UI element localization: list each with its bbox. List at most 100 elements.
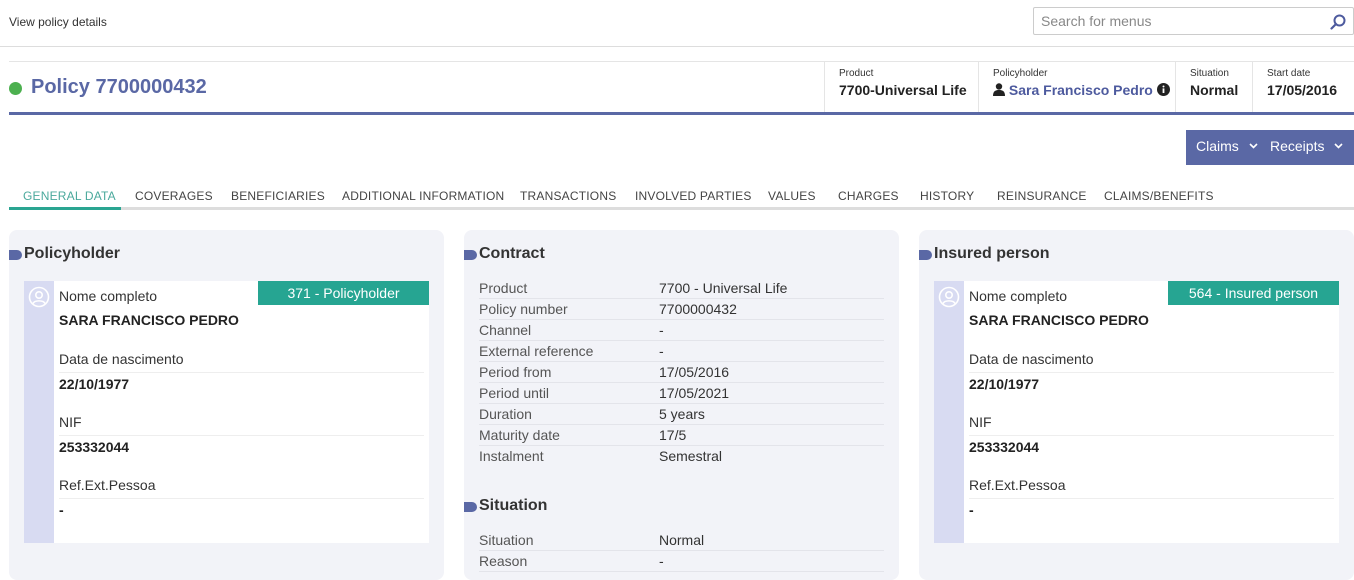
card-strip xyxy=(934,281,964,543)
tab-coverages[interactable]: COVERAGES xyxy=(135,189,213,203)
row-key: Product xyxy=(479,280,528,296)
field-value: SARA FRANCISCO PEDRO xyxy=(59,312,239,328)
row-key: Situation xyxy=(479,532,534,548)
row-key: Channel xyxy=(479,322,532,338)
search-input[interactable] xyxy=(1034,8,1314,34)
contract-row: Channel - xyxy=(479,320,884,341)
tab-charges[interactable]: CHARGES xyxy=(838,189,899,203)
header-situation: Situation Normal xyxy=(1175,62,1252,114)
contract-row: Period until 17/05/2021 xyxy=(479,383,884,404)
tab-general-data[interactable]: GENERAL DATA xyxy=(23,189,116,203)
breadcrumb[interactable]: View policy details xyxy=(9,15,107,29)
field-ref-ext: Ref.Ext.Pessoa - xyxy=(969,477,1334,520)
tab-transactions[interactable]: TRANSACTIONS xyxy=(520,189,616,203)
contract-row: Instalment Semestral xyxy=(479,446,884,467)
field-value: - xyxy=(59,498,424,520)
row-key: Policy number xyxy=(479,301,568,317)
contract-row: Duration 5 years xyxy=(479,404,884,425)
situation-row: Reason - xyxy=(479,551,884,572)
header-start-date: Start date 17/05/2016 xyxy=(1252,62,1354,114)
header-product: Product 7700-Universal Life xyxy=(824,62,978,114)
row-key: Period from xyxy=(479,364,552,380)
contract-row: Maturity date 17/5 xyxy=(479,425,884,446)
insured-card: 564 - Insured person Nome completo SARA … xyxy=(934,281,1339,543)
start-date-value: 17/05/2016 xyxy=(1267,82,1338,98)
product-label: Product xyxy=(839,68,874,79)
section-tag-icon xyxy=(464,250,477,260)
insured-person-panel: Insured person 564 - Insured person Nome… xyxy=(919,230,1354,580)
action-bar: Claims Receipts xyxy=(1186,130,1354,165)
status-dot xyxy=(9,82,22,95)
tab-values[interactable]: VALUES xyxy=(768,189,816,203)
policyholder-label: Policyholder xyxy=(993,68,1048,79)
row-value: 17/5 xyxy=(659,427,687,443)
tab-reinsurance[interactable]: REINSURANCE xyxy=(997,189,1087,203)
row-value: - xyxy=(659,553,664,569)
user-avatar-icon xyxy=(938,286,960,308)
policyholder-name[interactable]: Sara Francisco Pedro xyxy=(1009,82,1153,98)
row-value: 7700000432 xyxy=(659,301,737,317)
contract-row: External reference - xyxy=(479,341,884,362)
row-value: 17/05/2021 xyxy=(659,385,730,401)
field-nif: NIF 253332044 xyxy=(59,414,424,457)
policyholder-link[interactable]: Sara Francisco Pedro xyxy=(993,82,1175,98)
tab-involved-parties[interactable]: INVOLVED PARTIES xyxy=(635,189,752,203)
header-policyholder: Policyholder Sara Francisco Pedro xyxy=(978,62,1175,114)
field-label: Ref.Ext.Pessoa xyxy=(59,477,156,493)
situation-value: Normal xyxy=(1190,82,1239,98)
situation-row: Situation Normal xyxy=(479,530,884,551)
receipts-label: Receipts xyxy=(1270,138,1325,154)
field-value: - xyxy=(969,498,1334,520)
row-value: 5 years xyxy=(659,406,705,422)
field-value: 253332044 xyxy=(969,435,1334,457)
person-icon xyxy=(993,83,1005,96)
situation-section-title: Situation xyxy=(479,497,548,514)
contract-row: Policy number 7700000432 xyxy=(479,299,884,320)
page-title: Policy 7700000432 xyxy=(31,76,207,98)
info-icon[interactable] xyxy=(1156,83,1170,96)
policyholder-card: 371 - Policyholder Nome completo SARA FR… xyxy=(24,281,429,543)
field-label: NIF xyxy=(969,414,992,430)
row-value: Normal xyxy=(659,532,705,548)
receipts-button[interactable]: Receipts xyxy=(1270,138,1343,154)
search-icon[interactable] xyxy=(1330,14,1346,30)
field-label: Data de nascimento xyxy=(969,351,1094,367)
row-key: Instalment xyxy=(479,448,544,464)
top-bar: View policy details xyxy=(0,0,1354,47)
policyholder-panel-title: Policyholder xyxy=(24,245,121,262)
field-full-name: Nome completo SARA FRANCISCO PEDRO xyxy=(59,288,424,331)
situation-label: Situation xyxy=(1190,68,1229,79)
user-avatar-icon xyxy=(28,286,50,308)
field-ref-ext: Ref.Ext.Pessoa - xyxy=(59,477,424,520)
search-box[interactable] xyxy=(1033,7,1354,35)
row-key: Duration xyxy=(479,406,532,422)
row-value: 17/05/2016 xyxy=(659,364,730,380)
tab-additional-information[interactable]: ADDITIONAL INFORMATION xyxy=(342,189,504,203)
field-value: 22/10/1977 xyxy=(59,372,424,394)
section-tag-icon xyxy=(9,250,22,260)
field-value: 22/10/1977 xyxy=(969,372,1334,394)
row-key: Maturity date xyxy=(479,427,560,443)
header-divider xyxy=(9,112,1354,115)
field-value: SARA FRANCISCO PEDRO xyxy=(969,312,1149,328)
tab-beneficiaries[interactable]: BENEFICIARIES xyxy=(231,189,325,203)
contract-row: Product 7700 - Universal Life xyxy=(479,278,884,299)
row-value: 7700 - Universal Life xyxy=(659,280,788,296)
claims-label: Claims xyxy=(1196,138,1239,154)
policyholder-panel: Policyholder 371 - Policyholder Nome com… xyxy=(9,230,444,580)
active-tab-indicator xyxy=(9,207,121,210)
field-birth-date: Data de nascimento 22/10/1977 xyxy=(59,351,424,394)
section-tag-icon xyxy=(464,502,477,512)
start-date-label: Start date xyxy=(1267,68,1311,79)
row-value: - xyxy=(659,322,664,338)
field-label: Nome completo xyxy=(969,288,1068,304)
field-label: Data de nascimento xyxy=(59,351,184,367)
tab-claims-benefits[interactable]: CLAIMS/BENEFITS xyxy=(1104,189,1214,203)
row-value: Semestral xyxy=(659,448,723,464)
tab-history[interactable]: HISTORY xyxy=(920,189,974,203)
field-value: 253332044 xyxy=(59,435,424,457)
card-strip xyxy=(24,281,54,543)
claims-button[interactable]: Claims xyxy=(1196,138,1258,154)
section-tag-icon xyxy=(919,250,932,260)
chevron-down-icon xyxy=(1334,143,1343,149)
